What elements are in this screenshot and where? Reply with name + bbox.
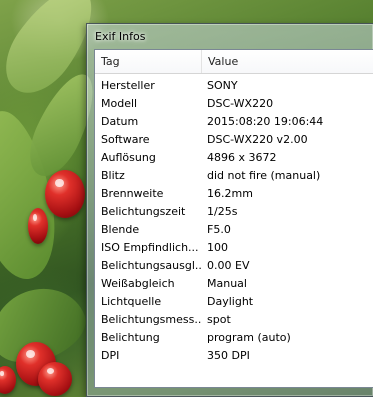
value-cell: DSC-WX220 [207,96,274,110]
table-row[interactable]: Brennweite 16.2mm [95,184,373,202]
tag-cell: Brennweite [101,186,164,200]
table-row[interactable]: Software DSC-WX220 v2.00 [95,130,373,148]
value-cell: F5.0 [207,222,231,236]
berry [0,366,16,394]
tag-cell: Datum [101,114,139,128]
table-row[interactable]: DPI 350 DPI [95,346,373,364]
column-header-tag[interactable]: Tag [95,50,202,73]
value-cell: 16.2mm [207,186,253,200]
table-row[interactable]: Modell DSC-WX220 [95,94,373,112]
tag-cell: Lichtquelle [101,294,162,308]
tag-cell: Belichtung [101,330,160,344]
value-cell: 0.00 EV [207,258,250,272]
exif-table: Tag Value Hersteller SONY Modell DSC-WX220… [94,49,373,388]
table-row[interactable]: Lichtquelle Daylight [95,292,373,310]
berry [45,170,85,218]
tag-cell: Hersteller [101,78,155,92]
value-cell: 2015:08:20 19:06:44 [207,114,324,128]
tag-cell: Belichtungsmess... [101,312,202,326]
value-cell: 1/25s [207,204,238,218]
table-row[interactable]: Belichtung program (auto) [95,328,373,346]
tag-cell: ISO Empfindlich... [101,240,199,254]
tag-cell: Belichtungsausgl... [101,258,202,272]
value-cell: 350 DPI [207,348,250,362]
value-cell: 4896 x 3672 [207,150,277,164]
tag-cell: Auflösung [101,150,156,164]
tag-cell: DPI [101,348,120,362]
value-cell: did not fire (manual) [207,168,321,182]
exif-info-window: Exif Infos Tag Value Hersteller SONY Mode… [86,23,373,397]
table-row[interactable]: Hersteller SONY [95,76,373,94]
berry [38,362,72,396]
table-row[interactable]: Weißabgleich Manual [95,274,373,292]
tag-cell: Blitz [101,168,125,182]
tag-cell: Modell [101,96,138,110]
table-row[interactable]: Belichtungszeit 1/25s [95,202,373,220]
table-row[interactable]: Belichtungsmess... spot [95,310,373,328]
value-cell: 100 [207,240,228,254]
window-titlebar[interactable]: Exif Infos [87,24,373,48]
table-row[interactable]: ISO Empfindlich... 100 [95,238,373,256]
value-cell: program (auto) [207,330,291,344]
tag-cell: Belichtungszeit [101,204,186,218]
table-row[interactable]: Blitz did not fire (manual) [95,166,373,184]
table-row[interactable]: Auflösung 4896 x 3672 [95,148,373,166]
value-cell: Daylight [207,294,254,308]
window-title: Exif Infos [95,29,146,43]
table-row[interactable]: Belichtungsausgl... 0.00 EV [95,256,373,274]
tag-cell: Weißabgleich [101,276,175,290]
berry [28,208,48,244]
value-cell: spot [207,312,231,326]
tag-cell: Software [101,132,150,146]
column-header-value[interactable]: Value [202,50,373,73]
value-cell: DSC-WX220 v2.00 [207,132,308,146]
table-row[interactable]: Blende F5.0 [95,220,373,238]
value-cell: SONY [207,78,238,92]
table-header: Tag Value [95,50,373,74]
table-row[interactable]: Datum 2015:08:20 19:06:44 [95,112,373,130]
table-body: Hersteller SONY Modell DSC-WX220 Datum 2015… [95,74,373,364]
value-cell: Manual [207,276,247,290]
tag-cell: Blende [101,222,140,236]
